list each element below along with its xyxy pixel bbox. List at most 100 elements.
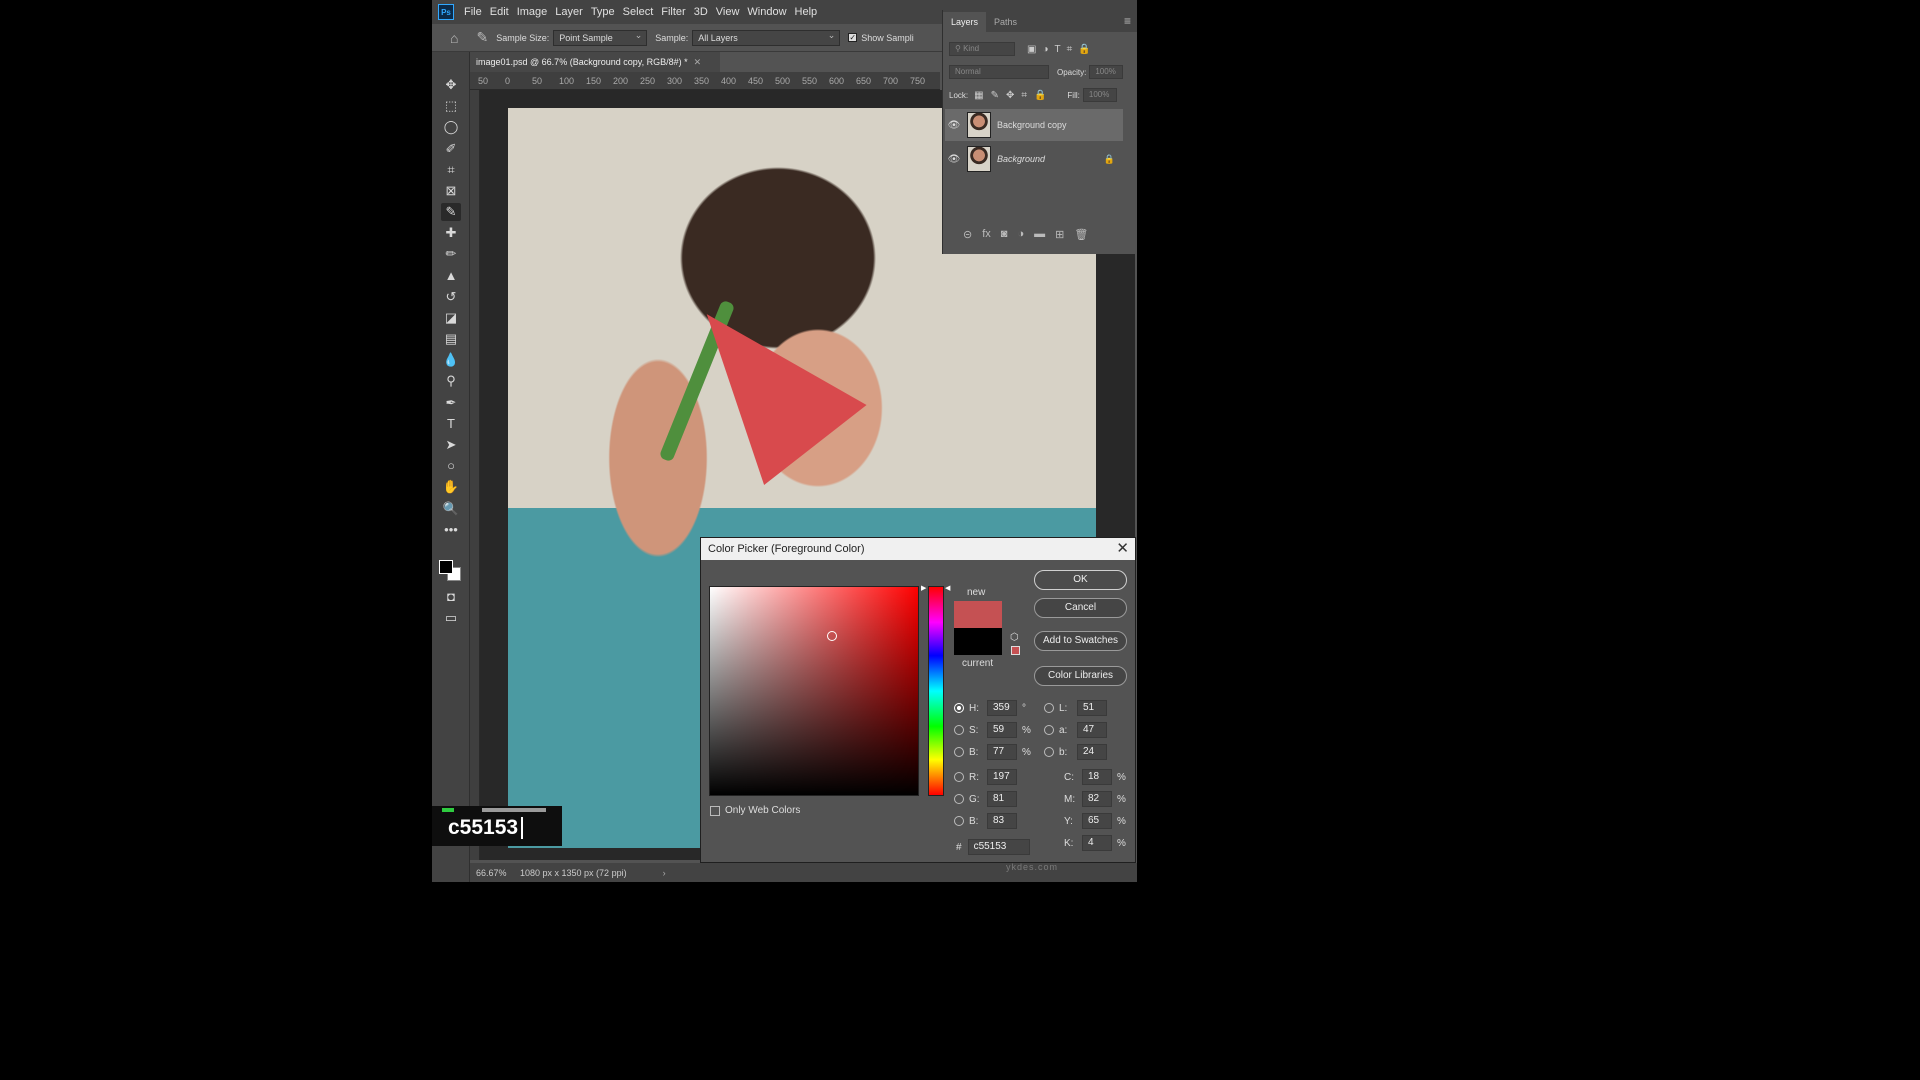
panel-menu-icon[interactable]: ≡ — [1124, 14, 1131, 28]
brightness-radio[interactable] — [954, 747, 964, 757]
tab-layers[interactable]: Layers — [943, 12, 987, 32]
zoom-tool-icon[interactable]: 🔍 — [441, 500, 461, 518]
opacity-field[interactable]: 100% — [1089, 65, 1124, 79]
saturation-input[interactable]: 59 — [987, 722, 1017, 738]
brush-tool-icon[interactable]: ✏ — [441, 245, 461, 263]
hex-input[interactable]: c55153 — [967, 839, 1030, 855]
dodge-tool-icon[interactable]: ⚲ — [441, 372, 461, 390]
home-icon[interactable]: ⌂ — [450, 30, 458, 46]
color-selector-ring[interactable] — [827, 631, 837, 641]
kind-filter-select[interactable]: ⚲ Kind — [949, 42, 1015, 56]
hue-slider[interactable] — [928, 586, 944, 796]
eyedropper-tool-icon[interactable]: ✎ — [441, 203, 461, 221]
blue-radio[interactable] — [954, 816, 964, 826]
saturation-radio[interactable] — [954, 725, 964, 735]
out-of-web-gamut-cube-icon[interactable]: ⬡ — [1010, 632, 1019, 643]
menu-window[interactable]: Window — [743, 6, 790, 18]
layer-background[interactable]: 👁 Background 🔒 — [945, 143, 1123, 175]
delete-layer-icon[interactable]: 🗑 — [1074, 228, 1088, 241]
sample-select[interactable]: All Layers — [692, 29, 841, 46]
cyan-input[interactable]: 18 — [1082, 769, 1112, 785]
move-tool-icon[interactable]: ✥ — [441, 76, 461, 94]
hue-slider-left-arrow-icon[interactable]: ▶ — [921, 584, 926, 592]
hue-slider-right-arrow-icon[interactable]: ◀ — [945, 584, 950, 592]
blend-mode-select[interactable]: Normal — [949, 65, 1049, 79]
hue-input[interactable]: 359 — [987, 700, 1017, 716]
hue-radio[interactable] — [954, 703, 964, 713]
quick-mask-icon[interactable]: ◘ — [441, 588, 461, 606]
layer-style-icon[interactable]: fx — [982, 228, 991, 241]
show-sampling-checkbox[interactable]: ✓ — [848, 33, 858, 42]
gradient-tool-icon[interactable]: ▤ — [441, 330, 461, 348]
green-radio[interactable] — [954, 794, 964, 804]
brightness-input[interactable]: 77 — [987, 744, 1017, 760]
healing-brush-tool-icon[interactable]: ✚ — [441, 224, 461, 242]
color-libraries-button[interactable]: Color Libraries — [1034, 666, 1127, 686]
lock-icons[interactable]: ▦✎✥⌗🔒 — [974, 90, 1053, 101]
layer-background-copy[interactable]: 👁 Background copy — [945, 109, 1123, 141]
close-icon[interactable]: ✕ — [1116, 538, 1129, 560]
only-web-colors-checkbox[interactable] — [710, 805, 720, 816]
lab-a-input[interactable]: 47 — [1077, 722, 1107, 738]
eraser-tool-icon[interactable]: ◪ — [441, 309, 461, 327]
link-layers-icon[interactable]: ⊝ — [963, 228, 972, 241]
new-layer-icon[interactable]: ⊞ — [1055, 228, 1064, 241]
current-color-swatch[interactable] — [954, 628, 1002, 655]
lab-l-input[interactable]: 51 — [1077, 700, 1107, 716]
lasso-tool-icon[interactable]: ◯ — [441, 118, 461, 136]
menu-layer[interactable]: Layer — [551, 6, 587, 18]
menu-view[interactable]: View — [712, 6, 744, 18]
lab-l-radio[interactable] — [1044, 703, 1054, 713]
ellipse-tool-icon[interactable]: ○ — [441, 457, 461, 475]
menu-type[interactable]: Type — [587, 6, 619, 18]
clone-stamp-tool-icon[interactable]: ▲ — [441, 267, 461, 285]
lab-a-radio[interactable] — [1044, 725, 1054, 735]
black-input[interactable]: 4 — [1082, 835, 1112, 851]
yellow-input[interactable]: 65 — [1082, 813, 1112, 829]
menu-file[interactable]: File — [460, 6, 486, 18]
blue-input[interactable]: 83 — [987, 813, 1017, 829]
blur-tool-icon[interactable]: 💧 — [441, 351, 461, 369]
gamut-warning-swatch[interactable] — [1011, 646, 1020, 655]
pen-tool-icon[interactable]: ✒ — [441, 394, 461, 412]
fill-field[interactable]: 100% — [1082, 88, 1117, 102]
layer-mask-icon[interactable]: ◙ — [1001, 228, 1008, 241]
magenta-input[interactable]: 82 — [1082, 791, 1112, 807]
screen-mode-icon[interactable]: ▭ — [441, 609, 461, 627]
adjustment-layer-icon[interactable]: ◑ — [1017, 228, 1024, 241]
close-tab-icon[interactable]: ✕ — [694, 57, 702, 67]
visibility-eye-icon[interactable]: 👁 — [945, 154, 963, 165]
eyedropper-preset-icon[interactable]: ✎ — [476, 29, 488, 46]
menu-3d[interactable]: 3D — [690, 6, 712, 18]
layer-filter-icons[interactable]: ▣◑T⌗🔒 — [1027, 44, 1097, 55]
type-tool-icon[interactable]: T — [441, 415, 461, 433]
red-radio[interactable] — [954, 772, 964, 782]
lab-b-radio[interactable] — [1044, 747, 1054, 757]
add-to-swatches-button[interactable]: Add to Swatches — [1034, 631, 1127, 651]
foreground-color-swatch[interactable] — [439, 560, 453, 574]
more-tools-icon[interactable]: ••• — [441, 521, 461, 539]
lab-b-input[interactable]: 24 — [1077, 744, 1107, 760]
green-input[interactable]: 81 — [987, 791, 1017, 807]
history-brush-tool-icon[interactable]: ↺ — [441, 288, 461, 306]
frame-tool-icon[interactable]: ⊠ — [441, 182, 461, 200]
status-menu-arrow-icon[interactable]: › — [663, 868, 666, 878]
hand-tool-icon[interactable]: ✋ — [441, 478, 461, 496]
menu-image[interactable]: Image — [513, 6, 552, 18]
group-folder-icon[interactable]: ▬ — [1034, 228, 1045, 241]
sample-size-select[interactable]: Point Sample — [553, 29, 648, 46]
menu-help[interactable]: Help — [791, 6, 822, 18]
menu-filter[interactable]: Filter — [657, 6, 689, 18]
zoom-level[interactable]: 66.67% — [470, 868, 510, 878]
menu-select[interactable]: Select — [619, 6, 658, 18]
saturation-brightness-field[interactable] — [709, 586, 919, 796]
cancel-button[interactable]: Cancel — [1034, 598, 1127, 618]
visibility-eye-icon[interactable]: 👁 — [945, 120, 963, 131]
ok-button[interactable]: OK — [1034, 570, 1127, 590]
crop-tool-icon[interactable]: ⌗ — [441, 161, 461, 179]
menu-edit[interactable]: Edit — [486, 6, 513, 18]
red-input[interactable]: 197 — [987, 769, 1017, 785]
path-selection-tool-icon[interactable]: ➤ — [441, 436, 461, 454]
marquee-tool-icon[interactable]: ⬚ — [441, 97, 461, 115]
document-tab[interactable]: image01.psd @ 66.7% (Background copy, RG… — [470, 52, 720, 72]
